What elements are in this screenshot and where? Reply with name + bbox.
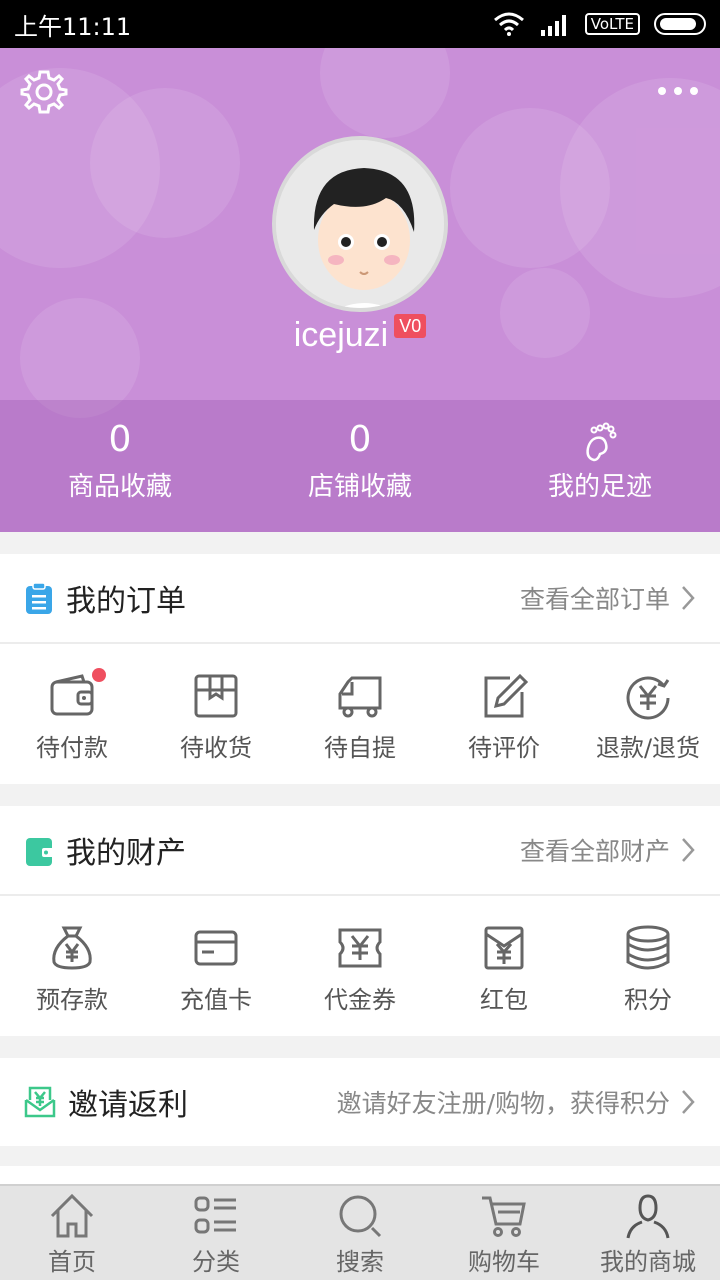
tab-cart[interactable]: 购物车 [432, 1186, 576, 1280]
stats-bar: 0 商品收藏 0 店铺收藏 我的足迹 [0, 400, 720, 532]
assets-header[interactable]: 我的财产 查看全部财产 [0, 806, 720, 896]
more-menu-button[interactable] [654, 76, 702, 106]
cart-icon [482, 1196, 526, 1237]
order-item-label: 待收货 [180, 734, 252, 762]
footprint-label: 我的足迹 [547, 472, 652, 502]
tab-home[interactable]: 首页 [0, 1186, 144, 1280]
truck-icon [338, 676, 382, 718]
view-all-orders-link[interactable]: 查看全部订单 [520, 580, 696, 616]
status-time: 上午11:11 [14, 12, 132, 41]
chevron-right-icon [682, 838, 695, 862]
store-favorites-label: 店铺收藏 [307, 472, 412, 502]
wallet-green-icon [26, 838, 54, 866]
stat-store-favorites[interactable]: 0 店铺收藏 [240, 400, 480, 532]
assets-title: 我的财产 [66, 836, 186, 871]
volte-badge: VoLTE [584, 13, 640, 35]
asset-points[interactable]: 积分 [576, 896, 720, 1036]
asset-recharge-card[interactable]: 充值卡 [144, 896, 288, 1036]
wallet-icon [50, 674, 94, 716]
asset-item-label: 积分 [624, 986, 672, 1014]
bottom-tab-bar: 首页 分类 搜索 购物车 我的商城 [0, 1184, 720, 1280]
status-bar: 上午11:11 VoLTE [0, 0, 720, 48]
product-favorites-count: 0 [108, 419, 132, 460]
coins-icon [626, 925, 670, 970]
asset-item-label: 充值卡 [180, 986, 252, 1014]
order-pending-pickup[interactable]: 待自提 [288, 644, 432, 784]
tab-label: 我的商城 [600, 1248, 696, 1276]
battery-icon [654, 13, 706, 35]
stat-product-favorites[interactable]: 0 商品收藏 [0, 400, 240, 532]
orders-title: 我的订单 [66, 584, 186, 619]
asset-item-label: 代金券 [324, 986, 396, 1014]
settings-gear-icon[interactable] [20, 68, 68, 116]
order-pending-payment[interactable]: 待付款 [0, 644, 144, 784]
asset-deposit[interactable]: 预存款 [0, 896, 144, 1036]
invite-download-icon [24, 1086, 56, 1118]
order-item-label: 待付款 [36, 734, 108, 762]
orders-grid: 待付款 待收货 待自提 待评价 退款/退货 [0, 644, 720, 784]
orders-header[interactable]: 我的订单 查看全部订单 [0, 554, 720, 644]
assets-grid: 预存款 充值卡 代金券 红包 积分 [0, 896, 720, 1036]
user-icon [626, 1194, 670, 1239]
invite-rebate-row[interactable]: 邀请返利 邀请好友注册/购物，获得积分 [0, 1058, 720, 1146]
view-all-assets-link[interactable]: 查看全部财产 [520, 832, 696, 868]
avatar[interactable] [272, 136, 448, 312]
tab-search[interactable]: 搜索 [288, 1186, 432, 1280]
signal-icon [540, 15, 566, 36]
username[interactable]: icejuzi [294, 316, 388, 354]
clipboard-icon [26, 582, 52, 614]
tab-label: 搜索 [336, 1248, 384, 1276]
order-pending-review[interactable]: 待评价 [432, 644, 576, 784]
order-refund[interactable]: 退款/退货 [576, 644, 720, 784]
avatar-image [276, 140, 444, 308]
package-icon [194, 674, 238, 718]
store-favorites-count: 0 [348, 419, 372, 460]
tab-my-mall[interactable]: 我的商城 [576, 1186, 720, 1280]
notification-dot [92, 668, 106, 682]
asset-voucher[interactable]: 代金券 [288, 896, 432, 1036]
red-envelope-icon [484, 926, 524, 970]
orders-card: 我的订单 查看全部订单 待付款 待收货 待自提 待评价 退款/退货 [0, 554, 720, 784]
chevron-right-icon [682, 586, 695, 610]
assets-card: 我的财产 查看全部财产 预存款 充值卡 代金券 红包 积分 [0, 806, 720, 1036]
search-icon [339, 1195, 382, 1238]
category-icon [194, 1196, 236, 1234]
invite-title: 邀请返利 [68, 1088, 188, 1123]
asset-red-envelope[interactable]: 红包 [432, 896, 576, 1036]
asset-item-label: 红包 [480, 986, 528, 1014]
stat-footprint[interactable]: 我的足迹 [480, 400, 720, 532]
home-icon [50, 1193, 94, 1238]
tab-label: 分类 [192, 1248, 240, 1276]
tab-label: 购物车 [468, 1248, 540, 1276]
chevron-right-icon [682, 1090, 695, 1114]
invite-link[interactable]: 邀请好友注册/购物，获得积分 [337, 1084, 696, 1120]
order-item-label: 退款/退货 [595, 734, 701, 762]
voucher-icon [338, 928, 382, 968]
card-icon [194, 930, 238, 966]
list-continuation [0, 1166, 720, 1186]
tab-label: 首页 [48, 1248, 96, 1276]
order-item-label: 待评价 [468, 734, 540, 762]
tab-category[interactable]: 分类 [144, 1186, 288, 1280]
level-badge: V0 [394, 314, 427, 338]
refund-icon [626, 676, 670, 720]
order-pending-receipt[interactable]: 待收货 [144, 644, 288, 784]
profile-header: icejuzi V0 0 商品收藏 0 店铺收藏 我的足迹 [0, 48, 720, 532]
wifi-icon [493, 12, 524, 36]
asset-item-label: 预存款 [36, 986, 108, 1014]
money-bag-icon [52, 926, 92, 970]
footprint-icon [586, 422, 617, 462]
order-item-label: 待自提 [324, 734, 396, 762]
edit-icon [484, 673, 528, 718]
product-favorites-label: 商品收藏 [67, 472, 172, 502]
